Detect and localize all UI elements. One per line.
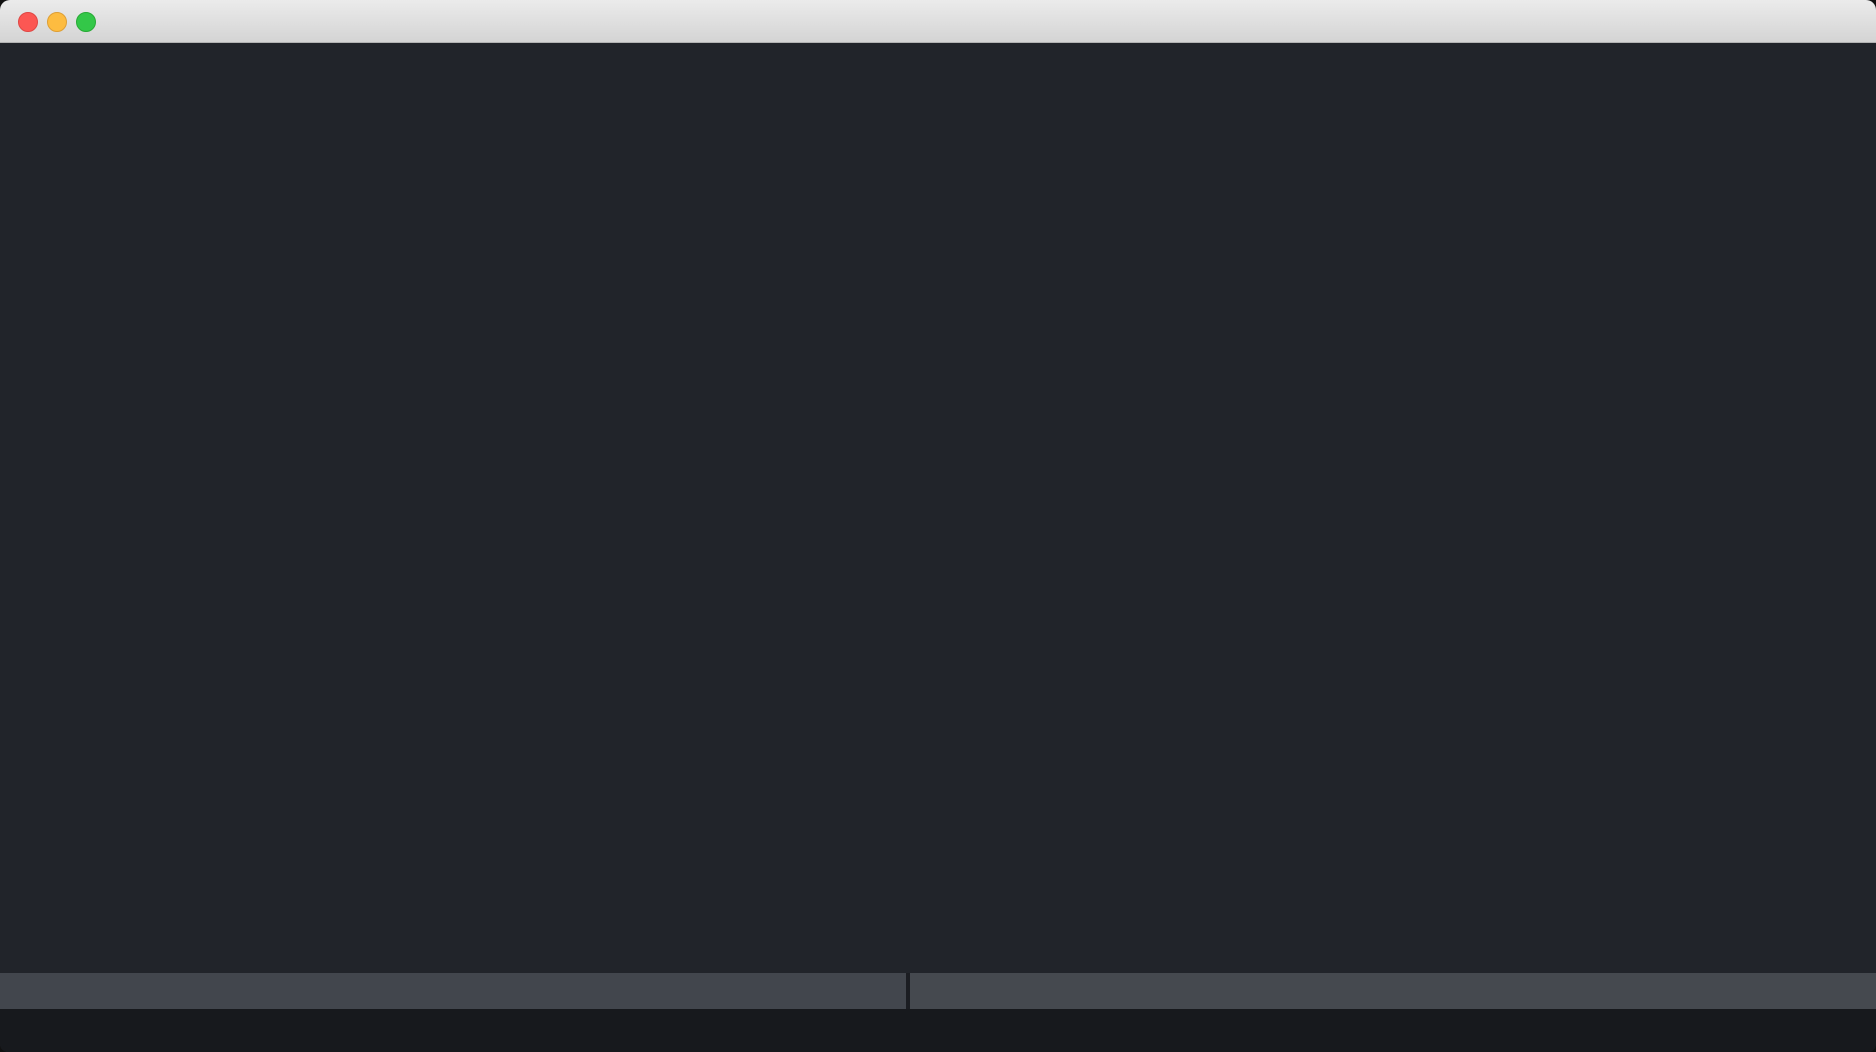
traffic-lights xyxy=(18,12,96,32)
title-bar[interactable] xyxy=(0,0,1876,43)
close-button[interactable] xyxy=(18,12,38,32)
status-row xyxy=(0,973,1876,1009)
editor-split xyxy=(0,43,1876,973)
minimize-button[interactable] xyxy=(47,12,67,32)
pane-left-code[interactable] xyxy=(0,43,893,973)
status-bar-left xyxy=(0,973,906,1009)
vim-window xyxy=(0,0,1876,1052)
pane-right-code[interactable] xyxy=(893,43,1876,973)
status-bar-right xyxy=(910,973,1876,1009)
command-line[interactable] xyxy=(0,1009,1876,1052)
zoom-button[interactable] xyxy=(76,12,96,32)
